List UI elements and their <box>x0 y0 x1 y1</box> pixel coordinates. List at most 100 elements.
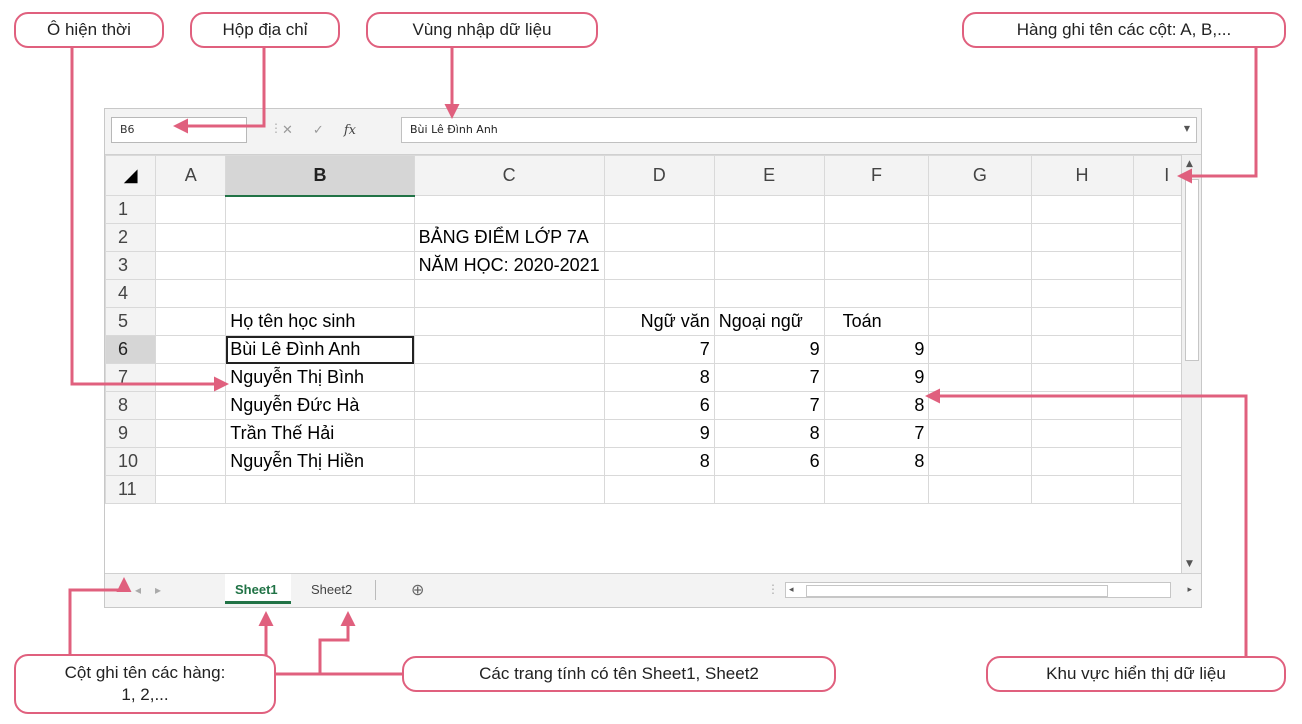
column-header-c[interactable]: C <box>413 155 605 196</box>
cell[interactable] <box>413 447 605 476</box>
cell[interactable] <box>603 279 715 308</box>
cell[interactable]: 9 <box>713 335 825 364</box>
cell[interactable] <box>413 475 605 504</box>
cell[interactable] <box>225 223 415 252</box>
column-header-d[interactable]: D <box>603 155 715 196</box>
cell[interactable] <box>823 251 930 280</box>
row-header[interactable]: 5 <box>104 307 157 336</box>
cell[interactable]: 8 <box>603 447 715 476</box>
header-cell[interactable]: Ngoại ngữ <box>713 307 825 336</box>
cell[interactable] <box>928 475 1032 504</box>
cell[interactable] <box>155 391 227 420</box>
active-cell[interactable]: Bùi Lê Đình Anh <box>225 335 415 364</box>
scroll-right-icon[interactable]: ▸ <box>1187 584 1192 595</box>
cell[interactable] <box>1030 307 1134 336</box>
cell[interactable] <box>713 251 825 280</box>
cell[interactable] <box>155 251 227 280</box>
hscroll-thumb[interactable] <box>806 585 1108 597</box>
cell[interactable] <box>1030 335 1134 364</box>
cell[interactable] <box>1030 419 1134 448</box>
column-header-b[interactable]: B <box>225 155 415 197</box>
cell[interactable] <box>413 335 605 364</box>
cell[interactable] <box>413 391 605 420</box>
row-header-active[interactable]: 6 <box>104 335 157 364</box>
cell[interactable]: 7 <box>823 419 930 448</box>
insert-function-icon[interactable]: fx <box>344 123 356 138</box>
cell[interactable] <box>928 195 1032 224</box>
scroll-left-icon[interactable]: ◂ <box>789 584 794 595</box>
header-cell[interactable]: Ngữ văn <box>603 307 715 336</box>
cell[interactable]: 6 <box>713 447 825 476</box>
scroll-thumb[interactable] <box>1185 179 1199 361</box>
select-all-corner[interactable]: ◢ <box>104 155 157 196</box>
cell[interactable] <box>413 363 605 392</box>
cell[interactable] <box>155 223 227 252</box>
cell[interactable]: 9 <box>603 419 715 448</box>
column-header-g[interactable]: G <box>928 155 1032 196</box>
cell[interactable] <box>823 279 930 308</box>
cell[interactable] <box>155 335 227 364</box>
row-header[interactable]: 11 <box>104 475 157 504</box>
cell[interactable] <box>225 279 415 308</box>
cell[interactable] <box>155 363 227 392</box>
cell[interactable] <box>413 307 605 336</box>
cell[interactable] <box>155 447 227 476</box>
scroll-split-handle-icon[interactable]: ⋮ <box>767 582 779 596</box>
header-cell[interactable]: Toán <box>823 307 930 336</box>
cell[interactable] <box>413 279 605 308</box>
cell[interactable] <box>713 195 825 224</box>
cell[interactable] <box>1030 251 1134 280</box>
cell[interactable]: Nguyễn Thị Bình <box>225 363 415 392</box>
cell[interactable]: 8 <box>823 391 930 420</box>
row-header[interactable]: 1 <box>104 195 157 224</box>
row-header[interactable]: 3 <box>104 251 157 280</box>
add-sheet-icon[interactable]: ⊕ <box>411 580 424 600</box>
cell[interactable] <box>1030 363 1134 392</box>
horizontal-scrollbar[interactable]: ◂ ▸ <box>785 582 1192 598</box>
cell[interactable] <box>928 251 1032 280</box>
cell[interactable] <box>928 335 1032 364</box>
vertical-scrollbar[interactable]: ▲ ▼ <box>1181 155 1201 573</box>
row-header[interactable]: 9 <box>104 419 157 448</box>
cell[interactable] <box>603 195 715 224</box>
cell[interactable] <box>928 363 1032 392</box>
cell[interactable] <box>413 419 605 448</box>
sheet-title-cell[interactable]: BẢNG ĐIỂM LỚP 7A <box>413 223 605 252</box>
tab-sheet2[interactable]: Sheet2 <box>301 574 367 604</box>
cell[interactable] <box>225 195 415 224</box>
cell[interactable]: 8 <box>713 419 825 448</box>
scroll-down-icon[interactable]: ▼ <box>1186 559 1193 569</box>
name-box[interactable]: B6 <box>111 117 247 143</box>
cell[interactable] <box>713 279 825 308</box>
row-header[interactable]: 7 <box>104 363 157 392</box>
cell[interactable] <box>823 195 930 224</box>
formula-input[interactable]: Bùi Lê Đình Anh ▼ <box>401 117 1197 143</box>
cell[interactable]: 9 <box>823 363 930 392</box>
cell[interactable] <box>225 251 415 280</box>
cell[interactable] <box>603 251 715 280</box>
cell[interactable]: 7 <box>603 335 715 364</box>
chevron-down-icon[interactable]: ▼ <box>1184 124 1190 133</box>
row-header[interactable]: 2 <box>104 223 157 252</box>
cell[interactable] <box>155 195 227 224</box>
school-year-cell[interactable]: NĂM HỌC: 2020-2021 <box>413 251 605 280</box>
column-header-h[interactable]: H <box>1030 155 1134 196</box>
cell[interactable]: Nguyễn Thị Hiền <box>225 447 415 476</box>
row-header[interactable]: 4 <box>104 279 157 308</box>
cell[interactable] <box>1030 391 1134 420</box>
cell[interactable]: 9 <box>823 335 930 364</box>
cell[interactable] <box>713 223 825 252</box>
cell[interactable] <box>225 475 415 504</box>
column-header-e[interactable]: E <box>713 155 825 196</box>
cell[interactable]: Trần Thế Hải <box>225 419 415 448</box>
row-header[interactable]: 8 <box>104 391 157 420</box>
cell[interactable] <box>603 223 715 252</box>
cell[interactable] <box>155 279 227 308</box>
cell[interactable] <box>928 307 1032 336</box>
sheet-nav-arrows-icon[interactable]: ◂▸ <box>135 583 175 597</box>
cell[interactable] <box>155 419 227 448</box>
cancel-icon[interactable]: ✕ <box>282 123 293 138</box>
cell[interactable]: 6 <box>603 391 715 420</box>
cell[interactable] <box>603 475 715 504</box>
cell[interactable] <box>928 223 1032 252</box>
